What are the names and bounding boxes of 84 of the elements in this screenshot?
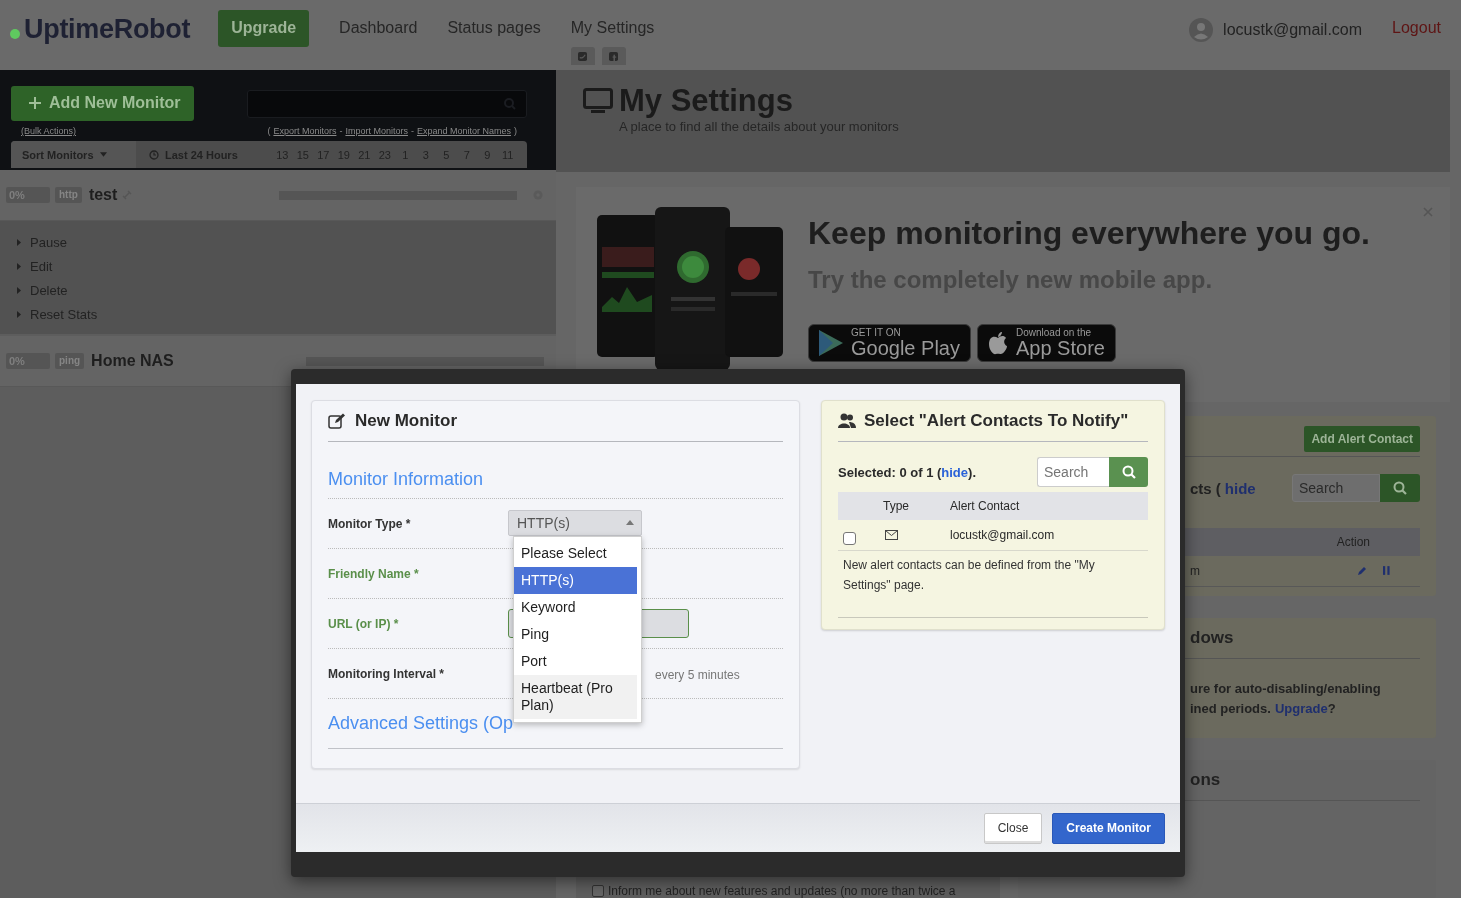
pause-icon bbox=[1383, 566, 1390, 575]
facebook-tab[interactable] bbox=[601, 47, 626, 65]
monitor-link[interactable]: Export Monitors bbox=[273, 126, 337, 136]
column-header: Action bbox=[1336, 535, 1370, 549]
nav-link[interactable]: My Settings bbox=[570, 19, 655, 37]
twitter-tab[interactable] bbox=[570, 47, 595, 65]
checkbox[interactable] bbox=[843, 531, 856, 545]
field-label: Monitoring Interval * bbox=[328, 666, 445, 681]
promo-headline: Keep monitoring everywhere you go. bbox=[808, 215, 1370, 252]
clock-icon bbox=[149, 149, 159, 160]
separator: - bbox=[339, 126, 343, 136]
status-dot-icon bbox=[10, 28, 20, 39]
dropdown-option[interactable]: Ping bbox=[514, 621, 637, 648]
card-text: ure for auto-disabling/enabling bbox=[1190, 680, 1382, 698]
checkbox[interactable] bbox=[592, 884, 604, 897]
interval-reading: every 5 minutes bbox=[654, 667, 740, 682]
avatar-icon bbox=[1189, 18, 1214, 42]
checkbox-label: Inform me about new features and updates (no more than twice a bbox=[608, 883, 956, 898]
paren: ( bbox=[267, 126, 271, 136]
card-text: ined periods. bbox=[1190, 701, 1271, 716]
card-title: cts ( bbox=[1190, 479, 1221, 497]
close-button[interactable]: Close bbox=[983, 812, 1043, 844]
panel-title: Select "Alert Contacts To Notify" bbox=[864, 411, 1129, 431]
column-header: Type bbox=[883, 499, 910, 513]
separator: - bbox=[410, 126, 414, 136]
monitor-link[interactable]: Import Monitors bbox=[345, 126, 408, 136]
panel-title: New Monitor bbox=[355, 411, 457, 431]
caret-icon bbox=[99, 152, 107, 157]
apple-icon bbox=[987, 331, 1008, 355]
monitor-icon bbox=[583, 88, 613, 114]
edit-icon bbox=[328, 413, 346, 429]
monitor-link[interactable]: Expand Monitor Names bbox=[416, 126, 511, 136]
nav-link[interactable]: Status pages bbox=[447, 19, 541, 37]
table-cell: m bbox=[1190, 564, 1200, 578]
field-label: URL (or IP) * bbox=[328, 616, 400, 631]
hide-link[interactable]: hide bbox=[941, 464, 969, 480]
create-monitor-button[interactable]: Create Monitor bbox=[1052, 812, 1165, 844]
caret-up-icon bbox=[626, 520, 634, 525]
add-monitor-button[interactable]: Add New Monitor bbox=[11, 86, 194, 121]
triangle-icon bbox=[17, 287, 21, 294]
dropdown-option[interactable]: Heartbeat (Pro Plan) bbox=[514, 675, 637, 719]
search-icon bbox=[1393, 481, 1407, 495]
plus-icon bbox=[29, 97, 41, 109]
bulk-actions-link[interactable]: (Bulk Actions) bbox=[21, 126, 77, 136]
store-badge[interactable]: Download on the App Store bbox=[976, 324, 1116, 362]
section-heading: Monitor Information bbox=[328, 442, 783, 499]
selection-count: Selected: 0 of 1 ( bbox=[838, 464, 942, 480]
dropdown-option[interactable]: Please Select bbox=[514, 540, 637, 567]
search-field[interactable]: Search bbox=[1292, 474, 1380, 502]
store-badge[interactable]: GET IT ON Google Play bbox=[808, 324, 971, 362]
dropdown-option[interactable]: Port bbox=[514, 648, 637, 675]
monitor-type-select[interactable]: HTTP(s) bbox=[508, 509, 642, 536]
triangle-icon bbox=[17, 311, 21, 318]
dropdown-option[interactable]: Keyword bbox=[514, 594, 637, 621]
add-alert-contact-button[interactable]: Add Alert Contact bbox=[1304, 426, 1420, 452]
search-icon bbox=[1121, 465, 1136, 479]
help-text: New alert contacts can be defined from the "My Settings" page. bbox=[838, 551, 1148, 618]
user-email: locustk@gmail.com bbox=[1223, 21, 1363, 39]
triangle-icon bbox=[17, 263, 21, 270]
field-label: Monitor Type * bbox=[328, 516, 412, 531]
punctuation: ? bbox=[1327, 701, 1336, 716]
logo[interactable]: UptimeRobot bbox=[24, 14, 191, 45]
paren: ) bbox=[514, 126, 517, 136]
field-label: Friendly Name * bbox=[328, 566, 420, 581]
column-header: Alert Contact bbox=[950, 499, 1021, 513]
nav-link[interactable]: Dashboard bbox=[339, 19, 418, 37]
monitor-name[interactable]: test bbox=[88, 186, 118, 204]
pencil-icon bbox=[1357, 566, 1367, 576]
play-triangle-icon bbox=[819, 330, 843, 356]
page-title: My Settings bbox=[619, 86, 794, 116]
hide-link[interactable]: hide bbox=[1224, 479, 1256, 497]
envelope-icon bbox=[885, 530, 898, 540]
logout-link[interactable]: Logout bbox=[1392, 19, 1441, 37]
users-icon bbox=[838, 413, 856, 429]
monitor-name[interactable]: Home NAS bbox=[91, 352, 174, 370]
search-button[interactable] bbox=[1380, 474, 1420, 502]
section-heading[interactable]: Advanced Settings (Op bbox=[328, 713, 514, 734]
triangle-icon bbox=[17, 239, 21, 246]
table-cell-text: locustk@gmail.com bbox=[950, 528, 1056, 542]
search-button[interactable] bbox=[1109, 457, 1148, 487]
punctuation: ). bbox=[968, 464, 976, 480]
dropdown-option[interactable]: HTTP(s) bbox=[514, 567, 637, 594]
upgrade-link[interactable]: Upgrade bbox=[1274, 701, 1328, 716]
upgrade-button[interactable]: Upgrade bbox=[218, 10, 310, 47]
